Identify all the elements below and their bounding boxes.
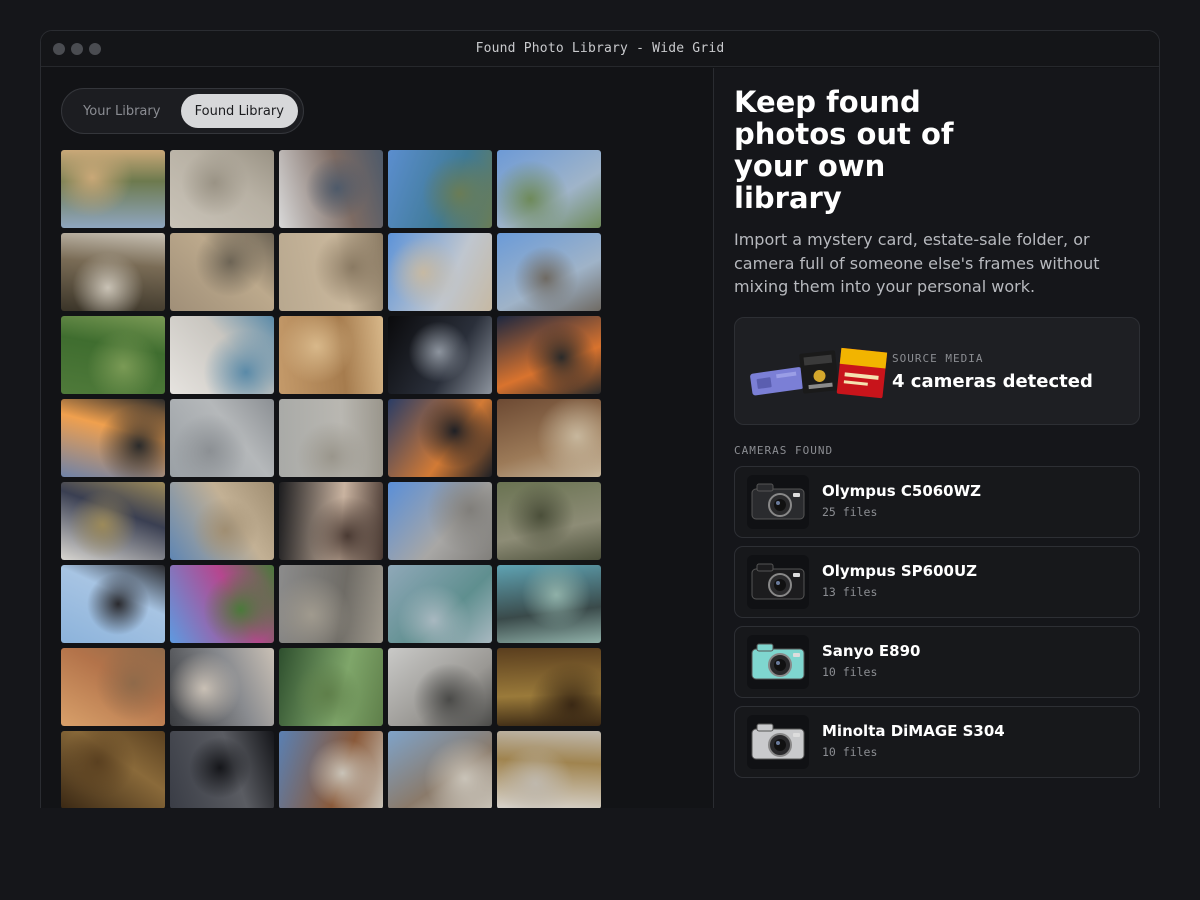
camera-icon	[747, 555, 809, 609]
hero-headline: Keep found photos out of your own librar…	[734, 85, 954, 215]
photo-thumbnail[interactable]	[61, 648, 165, 726]
photo-thumbnail[interactable]	[497, 399, 601, 477]
camera-file-count: 13 files	[822, 585, 878, 599]
photo-thumbnail[interactable]	[170, 648, 274, 726]
photo-thumbnail[interactable]	[497, 482, 601, 560]
photo-thumbnail[interactable]	[170, 482, 274, 560]
photo-thumbnail[interactable]	[388, 150, 492, 228]
photo-thumbnail[interactable]	[388, 399, 492, 477]
photo-thumbnail[interactable]	[61, 482, 165, 560]
camera-name: Olympus C5060WZ	[822, 482, 982, 500]
photo-thumbnail[interactable]	[61, 233, 165, 311]
memory-cards-icon	[750, 347, 888, 399]
source-media-label: SOURCE MEDIA	[892, 352, 984, 365]
camera-name: Sanyo E890	[822, 642, 921, 660]
maximize-window-button[interactable]	[89, 43, 101, 55]
library-toggle: Your Library Found Library	[61, 88, 304, 134]
photo-grid	[61, 150, 601, 808]
photo-thumbnail[interactable]	[61, 150, 165, 228]
window-title: Found Photo Library - Wide Grid	[475, 41, 725, 56]
camera-item[interactable]: Olympus C5060WZ 25 files	[734, 466, 1140, 538]
camera-icon	[747, 475, 809, 529]
photo-thumbnail[interactable]	[279, 565, 383, 643]
cameras-found-heading: CAMERAS FOUND	[734, 444, 834, 457]
photo-thumbnail[interactable]	[61, 731, 165, 808]
photo-thumbnail[interactable]	[61, 316, 165, 394]
photo-thumbnail[interactable]	[388, 565, 492, 643]
camera-icon	[747, 635, 809, 689]
photo-thumbnail[interactable]	[279, 482, 383, 560]
photo-thumbnail[interactable]	[279, 731, 383, 808]
photo-thumbnail[interactable]	[388, 731, 492, 808]
photo-thumbnail[interactable]	[497, 648, 601, 726]
photo-thumbnail[interactable]	[279, 233, 383, 311]
photo-thumbnail[interactable]	[388, 482, 492, 560]
photo-thumbnail[interactable]	[388, 233, 492, 311]
source-media-card: SOURCE MEDIA 4 cameras detected	[734, 317, 1140, 425]
photo-thumbnail[interactable]	[279, 399, 383, 477]
photo-thumbnail[interactable]	[170, 731, 274, 808]
photo-thumbnail[interactable]	[170, 233, 274, 311]
photo-thumbnail[interactable]	[279, 150, 383, 228]
photo-thumbnail[interactable]	[61, 399, 165, 477]
close-window-button[interactable]	[53, 43, 65, 55]
camera-icon	[747, 715, 809, 769]
camera-file-count: 10 files	[822, 665, 878, 679]
window-controls	[53, 43, 101, 55]
hero-description: Import a mystery card, estate-sale folde…	[734, 230, 1100, 296]
photo-thumbnail[interactable]	[388, 648, 492, 726]
camera-list: Olympus C5060WZ 25 files Olympus SP600UZ 1…	[734, 466, 1140, 786]
title-bar: Found Photo Library - Wide Grid	[41, 31, 1159, 67]
info-panel: Keep found photos out of your own librar…	[713, 68, 1159, 808]
photo-thumbnail[interactable]	[497, 731, 601, 808]
photo-thumbnail[interactable]	[497, 150, 601, 228]
photo-thumbnail[interactable]	[279, 316, 383, 394]
photo-thumbnail[interactable]	[170, 316, 274, 394]
library-panel: Your Library Found Library	[41, 68, 713, 808]
photo-thumbnail[interactable]	[497, 233, 601, 311]
photo-thumbnail[interactable]	[170, 399, 274, 477]
photo-thumbnail[interactable]	[61, 565, 165, 643]
photo-thumbnail[interactable]	[170, 565, 274, 643]
found-library-tab[interactable]: Found Library	[180, 94, 298, 128]
source-media-value: 4 cameras detected	[892, 371, 1093, 392]
photo-thumbnail[interactable]	[497, 316, 601, 394]
minimize-window-button[interactable]	[71, 43, 83, 55]
camera-file-count: 10 files	[822, 745, 878, 759]
camera-item[interactable]: Sanyo E890 10 files	[734, 626, 1140, 698]
photo-thumbnail[interactable]	[388, 316, 492, 394]
camera-name: Minolta DiMAGE S304	[822, 722, 1005, 740]
camera-item[interactable]: Olympus SP600UZ 13 files	[734, 546, 1140, 618]
photo-thumbnail[interactable]	[497, 565, 601, 643]
your-library-tab[interactable]: Your Library	[67, 94, 177, 128]
photo-thumbnail[interactable]	[279, 648, 383, 726]
app-window: Found Photo Library - Wide Grid Your Lib…	[40, 30, 1160, 808]
camera-name: Olympus SP600UZ	[822, 562, 978, 580]
camera-item[interactable]: Minolta DiMAGE S304 10 files	[734, 706, 1140, 778]
photo-thumbnail[interactable]	[170, 150, 274, 228]
camera-file-count: 25 files	[822, 505, 878, 519]
